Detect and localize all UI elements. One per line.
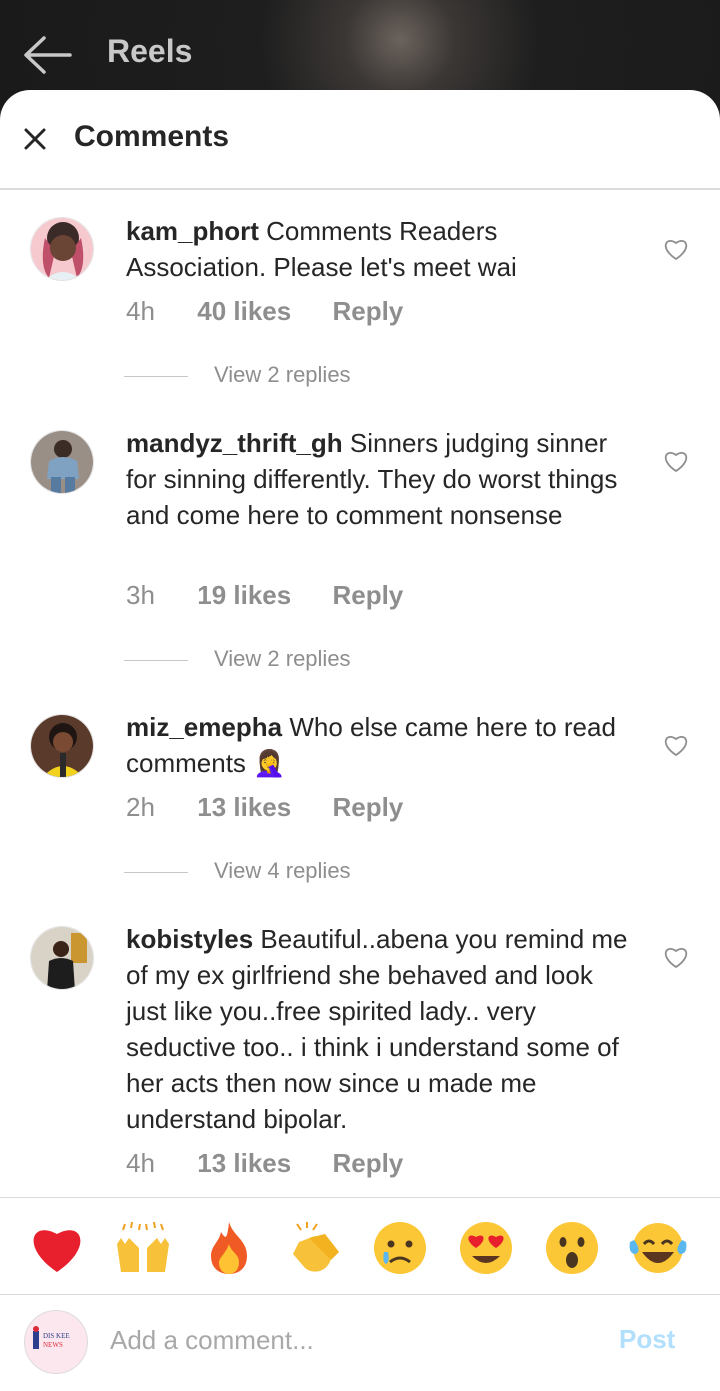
comment-time: 3h	[126, 580, 155, 610]
comments-title: Comments	[74, 120, 230, 153]
comment-time: 4h	[126, 296, 155, 326]
comment-username[interactable]: kobistyles	[126, 924, 253, 954]
avatar[interactable]	[30, 714, 94, 778]
view-replies-link[interactable]: View 4 replies	[124, 858, 524, 888]
comment-username[interactable]: kam_phort	[126, 216, 259, 246]
reply-button[interactable]: Reply	[332, 792, 403, 823]
comment-likes[interactable]: 13 likes	[197, 792, 291, 823]
heart-emoji-icon[interactable]	[27, 1220, 87, 1276]
reply-button[interactable]: Reply	[332, 296, 403, 327]
close-icon[interactable]	[22, 126, 48, 152]
comment-likes[interactable]: 19 likes	[197, 580, 291, 611]
back-arrow-icon[interactable]	[22, 34, 72, 76]
comment-likes[interactable]: 40 likes	[197, 296, 291, 327]
comment-meta: 3h 19 likes Reply	[126, 580, 403, 611]
avatar[interactable]	[30, 430, 94, 494]
current-user-avatar: DIS KEE NEWS	[24, 1310, 88, 1374]
view-replies-line	[124, 660, 188, 661]
like-heart-icon[interactable]	[663, 733, 689, 757]
emoji-reaction-bar	[0, 1197, 720, 1295]
view-replies-link[interactable]: View 2 replies	[124, 362, 524, 392]
view-replies-label: View 2 replies	[214, 646, 351, 671]
svg-text:NEWS: NEWS	[43, 1341, 63, 1349]
avatar[interactable]	[30, 926, 94, 990]
comment-time: 4h	[126, 1148, 155, 1178]
reels-title: Reels	[107, 33, 193, 69]
comment-composer: DIS KEE NEWS Post	[0, 1294, 720, 1391]
comment-time: 2h	[126, 792, 155, 822]
comment-meta: 4h 40 likes Reply	[126, 296, 403, 327]
clapping-hands-emoji-icon[interactable]	[285, 1220, 345, 1276]
like-heart-icon[interactable]	[663, 945, 689, 969]
view-replies-label: View 4 replies	[214, 858, 351, 883]
view-replies-line	[124, 376, 188, 377]
comments-sheet: Comments kam_phort Comments Readers Asso…	[0, 90, 720, 1391]
tears-of-joy-emoji-icon[interactable]	[628, 1220, 688, 1276]
reply-button[interactable]: Reply	[332, 580, 403, 611]
post-button[interactable]: Post	[619, 1324, 675, 1355]
view-replies-link[interactable]: View 2 replies	[124, 646, 524, 676]
comment-username[interactable]: miz_emepha	[126, 712, 282, 742]
reply-button[interactable]: Reply	[332, 1148, 403, 1179]
view-replies-label: View 2 replies	[214, 362, 351, 387]
view-replies-line	[124, 872, 188, 873]
comment-text: mandyz_thrift_gh Sinners judging sinner …	[126, 425, 636, 533]
comment-meta: 2h 13 likes Reply	[126, 792, 403, 823]
heart-eyes-emoji-icon[interactable]	[456, 1220, 516, 1276]
like-heart-icon[interactable]	[663, 237, 689, 261]
comment-text: miz_emepha Who else came here to read co…	[126, 709, 636, 781]
comments-header: Comments	[0, 90, 720, 190]
surprised-face-emoji-icon[interactable]	[542, 1220, 602, 1276]
comment-body: Beautiful..abena you remind me of my ex …	[126, 924, 628, 1134]
fire-emoji-icon[interactable]	[199, 1220, 259, 1276]
crying-face-emoji-icon[interactable]	[370, 1220, 430, 1276]
comment-text: kam_phort Comments Readers Association. …	[126, 213, 636, 285]
comment-text: kobistyles Beautiful..abena you remind m…	[126, 921, 636, 1137]
comment-username[interactable]: mandyz_thrift_gh	[126, 428, 343, 458]
avatar[interactable]	[30, 217, 94, 281]
comment-meta: 4h 13 likes Reply	[126, 1148, 403, 1179]
svg-text:DIS KEE: DIS KEE	[43, 1332, 70, 1340]
raising-hands-emoji-icon[interactable]	[113, 1220, 173, 1276]
comment-input[interactable]	[110, 1320, 570, 1360]
like-heart-icon[interactable]	[663, 449, 689, 473]
comment-likes[interactable]: 13 likes	[197, 1148, 291, 1179]
